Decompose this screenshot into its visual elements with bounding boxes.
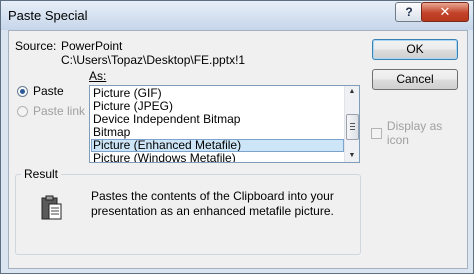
dialog-title: Paste Special xyxy=(8,8,88,23)
display-as-icon-option[interactable]: Display as icon xyxy=(371,119,467,147)
scroll-down-arrow-icon[interactable]: ▼ xyxy=(346,150,358,162)
listbox-scrollbar[interactable]: ▲ ▼ xyxy=(344,86,359,162)
source-path: C:\Users\Topaz\Desktop\FE.pptx!1 xyxy=(61,53,246,67)
paste-radio[interactable] xyxy=(17,85,28,97)
display-as-icon-checkbox[interactable] xyxy=(371,127,382,139)
paste-link-radio-option[interactable]: Paste link xyxy=(17,104,85,118)
cancel-button[interactable]: Cancel xyxy=(372,69,458,90)
clipboard-icon xyxy=(41,195,63,224)
close-icon: ✕ xyxy=(439,4,451,19)
paste-radio-option[interactable]: Paste xyxy=(17,84,64,98)
title-bar[interactable]: Paste Special ? ✕ xyxy=(1,1,473,30)
close-button[interactable]: ✕ xyxy=(421,2,469,22)
display-as-icon-label: Display as icon xyxy=(386,119,443,147)
source-app: PowerPoint xyxy=(61,39,123,53)
dialog-body: Source: PowerPoint C:\Users\Topaz\Deskto… xyxy=(8,30,468,269)
help-button[interactable]: ? xyxy=(395,2,423,22)
paste-radio-label: Paste xyxy=(33,84,64,98)
paste-as-listbox[interactable]: Picture (GIF) Picture (JPEG) Device Inde… xyxy=(89,85,360,163)
ok-button[interactable]: OK xyxy=(372,39,458,60)
as-label: As: xyxy=(89,69,107,83)
scroll-up-arrow-icon[interactable]: ▲ xyxy=(346,86,358,98)
help-icon: ? xyxy=(405,5,413,19)
paste-link-radio[interactable] xyxy=(17,105,28,117)
result-label: Result xyxy=(21,167,62,181)
list-item[interactable]: Picture (Windows Metafile) xyxy=(91,152,344,163)
source-label: Source: xyxy=(15,39,57,53)
paste-link-radio-label: Paste link xyxy=(33,104,86,118)
result-description: Pastes the contents of the Clipboard int… xyxy=(91,189,334,218)
paste-special-dialog: Paste Special ? ✕ Source: PowerPoint C:\… xyxy=(0,0,474,274)
scroll-thumb[interactable] xyxy=(346,114,359,140)
